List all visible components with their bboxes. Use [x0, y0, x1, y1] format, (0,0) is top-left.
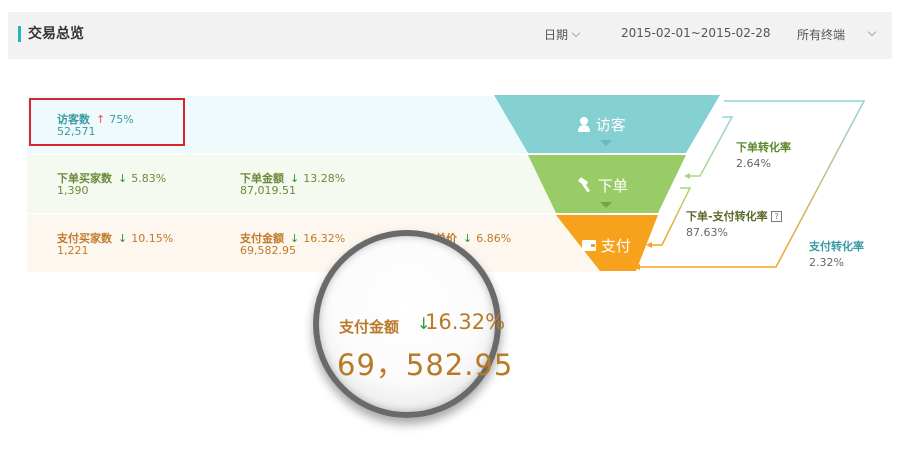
conversion-name: 支付转化率: [809, 240, 864, 253]
order-conversion: 下单转化率 2.64%: [736, 139, 791, 170]
funnel-label-text: 支付: [600, 237, 631, 255]
funnel-label-text: 下单: [597, 177, 628, 195]
funnel-pay-label[interactable]: 支付: [582, 235, 631, 256]
conversion-name: 下单-支付转化率: [686, 210, 768, 223]
hammer-icon: [577, 177, 598, 195]
pay-conversion: 支付转化率 2.32%: [809, 238, 864, 269]
user-icon: [577, 116, 596, 134]
funnel-label-text: 访客: [595, 116, 626, 134]
magnified-pct: 16.32%: [425, 310, 506, 334]
conversion-value: 87.63%: [686, 226, 728, 239]
conversion-name: 下单转化率: [736, 141, 791, 154]
funnel-order-label[interactable]: 下单: [577, 175, 628, 196]
conversion-value: 2.32%: [809, 256, 844, 269]
order-pay-conversion: 下单-支付转化率 ? 87.63%: [686, 208, 783, 239]
magnified-value: 69，582.95: [337, 348, 514, 382]
magnifier-lens: 支付金额 ↓ 16.32% 69，582.95: [313, 230, 512, 418]
funnel-visit-label[interactable]: 访客: [577, 114, 626, 135]
question-icon[interactable]: ?: [771, 211, 783, 222]
conversion-value: 2.64%: [736, 157, 771, 170]
wallet-icon: [582, 237, 601, 255]
magnified-name: 支付金额: [339, 318, 400, 336]
